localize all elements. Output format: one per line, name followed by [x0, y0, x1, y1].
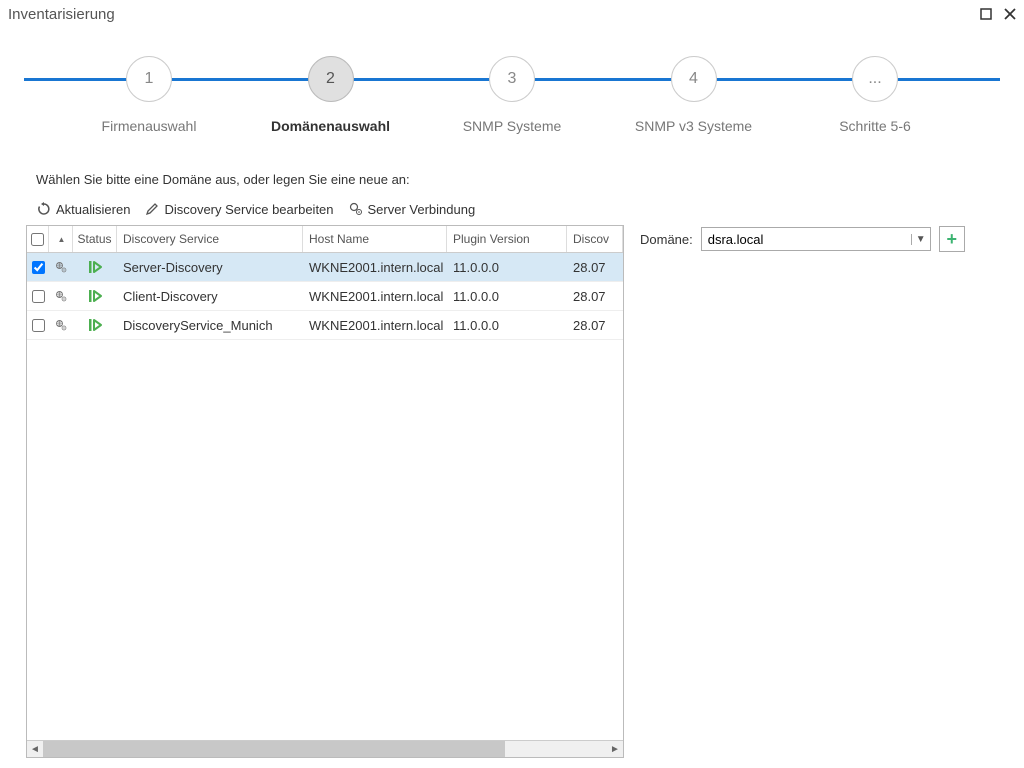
- globe-gear-icon: [49, 253, 73, 281]
- cell-plugin-version: 11.0.0.0: [447, 311, 567, 339]
- titlebar: Inventarisierung: [0, 0, 1024, 28]
- scroll-thumb[interactable]: [43, 741, 505, 757]
- chevron-down-icon[interactable]: ▼: [911, 234, 930, 245]
- step-3[interactable]: 3 SNMP Systeme: [447, 56, 577, 134]
- step-circle: 1: [126, 56, 172, 102]
- step-label: Firmenauswahl: [102, 118, 197, 134]
- cell-host-name: WKNE2001.intern.local: [303, 311, 447, 339]
- table-row[interactable]: Server-DiscoveryWKNE2001.intern.local11.…: [27, 253, 623, 282]
- header-status[interactable]: Status: [73, 226, 117, 252]
- cell-host-name: WKNE2001.intern.local: [303, 282, 447, 310]
- play-status-icon: [73, 282, 117, 310]
- domain-panel: Domäne: ▼ +: [640, 225, 965, 253]
- step-circle: 4: [671, 56, 717, 102]
- refresh-label: Aktualisieren: [56, 202, 130, 217]
- step-circle: ...: [852, 56, 898, 102]
- step-label: Domänenauswahl: [271, 118, 390, 134]
- maximize-icon[interactable]: [980, 8, 992, 20]
- cell-discovery-service: Client-Discovery: [117, 282, 303, 310]
- cell-discovery-service: Server-Discovery: [117, 253, 303, 281]
- domain-select[interactable]: ▼: [701, 227, 931, 251]
- cell-date: 28.07: [567, 253, 623, 281]
- row-checkbox[interactable]: [32, 290, 45, 303]
- discovery-grid: ▲ Status Discovery Service Host Name Plu…: [26, 225, 624, 758]
- refresh-button[interactable]: Aktualisieren: [36, 201, 130, 217]
- header-sort-cell[interactable]: ▲: [49, 226, 73, 252]
- header-plugin-version[interactable]: Plugin Version: [447, 226, 567, 252]
- pencil-icon: [144, 201, 160, 217]
- instruction-text: Wählen Sie bitte eine Domäne aus, oder l…: [36, 172, 988, 187]
- add-domain-button[interactable]: +: [939, 226, 965, 252]
- cell-date: 28.07: [567, 311, 623, 339]
- step-5[interactable]: ... Schritte 5-6: [810, 56, 940, 134]
- select-all-checkbox[interactable]: [31, 233, 44, 246]
- header-checkbox-cell[interactable]: [27, 226, 49, 252]
- header-discovery-date[interactable]: Discov: [567, 226, 623, 252]
- cell-host-name: WKNE2001.intern.local: [303, 253, 447, 281]
- play-status-icon: [73, 253, 117, 281]
- server-label: Server Verbindung: [368, 202, 476, 217]
- window-title: Inventarisierung: [8, 6, 980, 23]
- row-checkbox[interactable]: [32, 319, 45, 332]
- edit-label: Discovery Service bearbeiten: [164, 202, 333, 217]
- header-discovery-service[interactable]: Discovery Service: [117, 226, 303, 252]
- cell-discovery-service: DiscoveryService_Munich: [117, 311, 303, 339]
- step-label: Schritte 5-6: [839, 118, 911, 134]
- step-circle: 3: [489, 56, 535, 102]
- table-row[interactable]: DiscoveryService_MunichWKNE2001.intern.l…: [27, 311, 623, 340]
- server-connection-button[interactable]: Server Verbindung: [348, 201, 476, 217]
- step-circle: 2: [308, 56, 354, 102]
- edit-discovery-button[interactable]: Discovery Service bearbeiten: [144, 201, 333, 217]
- row-checkbox[interactable]: [32, 261, 45, 274]
- play-status-icon: [73, 311, 117, 339]
- scroll-left-icon[interactable]: ◄: [27, 741, 43, 757]
- wizard-stepper: 1 Firmenauswahl 2 Domänenauswahl 3 SNMP Syste…: [24, 56, 1000, 156]
- step-1[interactable]: 1 Firmenauswahl: [84, 56, 214, 134]
- scroll-right-icon[interactable]: ►: [607, 741, 623, 757]
- globe-gear-icon: [348, 201, 364, 217]
- globe-gear-icon: [49, 311, 73, 339]
- step-label: SNMP Systeme: [463, 118, 562, 134]
- domain-label: Domäne:: [640, 232, 693, 247]
- step-2[interactable]: 2 Domänenauswahl: [266, 56, 396, 134]
- domain-input[interactable]: [702, 232, 911, 247]
- step-4[interactable]: 4 SNMP v3 Systeme: [629, 56, 759, 134]
- refresh-icon: [36, 201, 52, 217]
- plus-icon: +: [946, 229, 957, 250]
- globe-gear-icon: [49, 282, 73, 310]
- step-label: SNMP v3 Systeme: [635, 118, 752, 134]
- close-icon[interactable]: [1004, 8, 1016, 20]
- table-row[interactable]: Client-DiscoveryWKNE2001.intern.local11.…: [27, 282, 623, 311]
- cell-plugin-version: 11.0.0.0: [447, 282, 567, 310]
- grid-header: ▲ Status Discovery Service Host Name Plu…: [27, 226, 623, 253]
- header-host-name[interactable]: Host Name: [303, 226, 447, 252]
- horizontal-scrollbar[interactable]: ◄ ►: [27, 740, 623, 757]
- cell-plugin-version: 11.0.0.0: [447, 253, 567, 281]
- cell-date: 28.07: [567, 282, 623, 310]
- toolbar: Aktualisieren Discovery Service bearbeit…: [36, 201, 988, 217]
